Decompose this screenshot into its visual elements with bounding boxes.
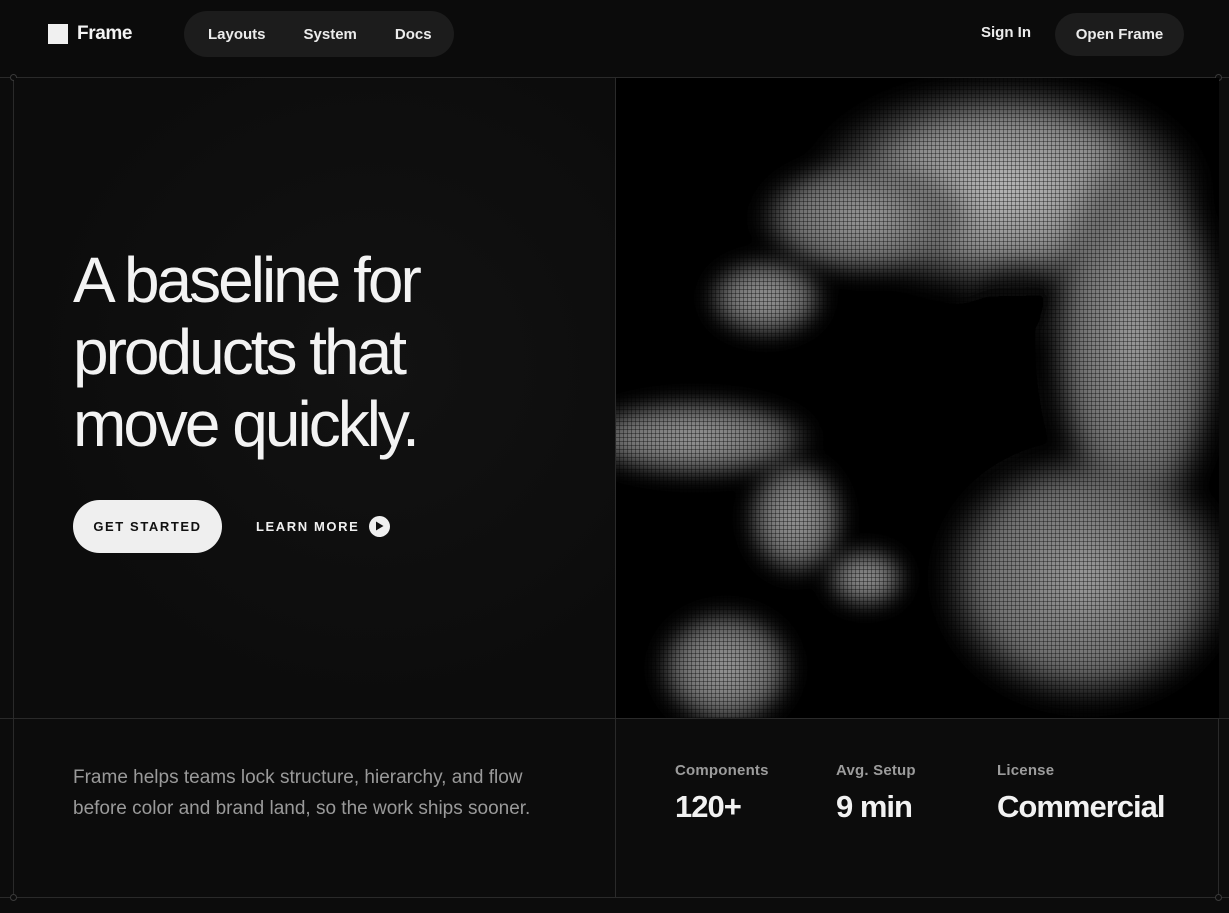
logo[interactable]: Frame — [48, 22, 132, 46]
stat-label: Avg. Setup — [836, 762, 916, 779]
stat-label: Components — [675, 762, 769, 779]
site-header: Frame Layouts System Docs Sign In Open F… — [0, 0, 1229, 77]
open-frame-button[interactable]: Open Frame — [1055, 13, 1184, 56]
hero-title-line: products that — [73, 316, 407, 388]
nav-item-layouts[interactable]: Layouts — [208, 26, 266, 43]
product-description: Frame helps teams lock structure, hierar… — [73, 767, 531, 819]
stat-value: 120+ — [675, 789, 742, 824]
pixel-cloud-illustration — [616, 78, 1219, 718]
stat-avg-setup: Avg. Setup 9 min — [836, 762, 916, 825]
get-started-button[interactable]: GET STARTED — [73, 500, 222, 553]
corner-marker — [10, 894, 17, 901]
landing-page: Frame Layouts System Docs Sign In Open F… — [0, 0, 1229, 913]
hero-title-line: move quickly. — [73, 388, 420, 460]
stat-license: License Commercial — [997, 762, 1165, 825]
logo-square-icon — [48, 24, 68, 44]
stat-components: Components 120+ — [675, 762, 769, 825]
main-nav: Layouts System Docs — [184, 11, 454, 57]
stat-value: 9 min — [836, 789, 913, 824]
hero-title-line: A baseline for — [73, 244, 422, 316]
nav-item-system[interactable]: System — [304, 26, 357, 43]
sign-in-link[interactable]: Sign In — [981, 24, 1031, 41]
learn-more-link[interactable]: LEARN MORE — [256, 515, 391, 537]
learn-more-label: LEARN MORE — [256, 518, 360, 534]
hero-section: A baseline for products that move quickl… — [14, 78, 615, 718]
logo-text: Frame — [77, 23, 133, 44]
hero-title: A baseline for products that move quickl… — [73, 244, 493, 460]
nav-item-docs[interactable]: Docs — [395, 26, 432, 43]
hero-image — [616, 78, 1219, 718]
play-icon — [369, 515, 391, 537]
corner-marker — [1215, 894, 1222, 901]
stat-value: Commercial — [997, 789, 1165, 824]
stat-label: License — [997, 762, 1055, 779]
